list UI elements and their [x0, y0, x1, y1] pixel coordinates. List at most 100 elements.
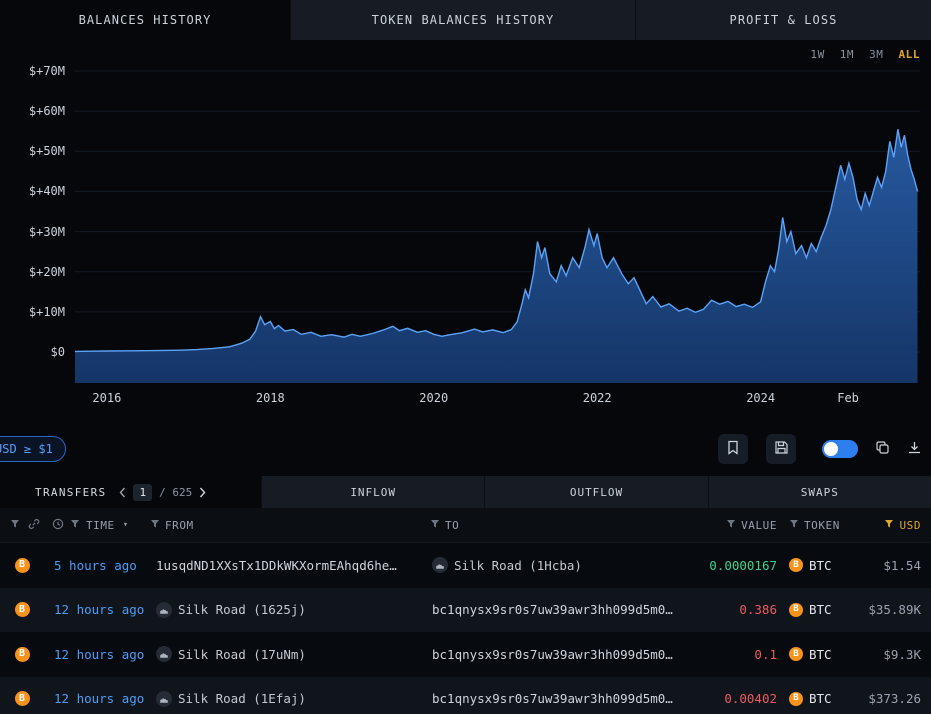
transfer-value: 0.0000167 — [700, 558, 777, 573]
token-symbol: BTC — [809, 602, 832, 617]
time-range-selector: 1W 1M 3M ALL — [810, 48, 920, 61]
silk-road-icon — [156, 646, 172, 662]
table-row[interactable]: B 12 hours ago Silk Road (17uNm) bc1qnysx9s… — [0, 632, 931, 677]
save-icon — [774, 440, 789, 459]
token-symbol: BTC — [809, 691, 832, 706]
transfers-table: B 5 hours ago 1usqdND1XXsTx1DDkWKXormEAhqd… — [0, 543, 931, 714]
page-number-input[interactable]: 1 — [133, 484, 152, 501]
filter-icon[interactable] — [430, 519, 440, 532]
time-link[interactable]: 12 hours ago — [54, 602, 144, 617]
btc-chain-icon: B — [15, 647, 30, 662]
entity-name: Silk Road (17uNm) — [178, 647, 306, 662]
transfers-header: TRANSFERS 1 / 625 — [0, 476, 261, 508]
prev-page-button[interactable] — [119, 487, 126, 498]
filter-icon[interactable] — [70, 519, 80, 532]
next-page-button[interactable] — [199, 487, 206, 498]
y-axis-label: $0 — [51, 345, 65, 359]
token-symbol: BTC — [809, 647, 832, 662]
to-address-link[interactable]: bc1qnysx9sr0s7uw39awr3hh099d5m0… — [432, 691, 673, 706]
chevron-down-icon[interactable]: ▾ — [123, 520, 129, 530]
filter-icon[interactable] — [10, 519, 20, 532]
silk-road-icon — [432, 557, 448, 573]
btc-token-icon: B — [789, 558, 803, 572]
tab-profit-and-loss[interactable]: PROFIT & LOSS — [635, 0, 931, 40]
btc-chain-icon: B — [15, 602, 30, 617]
entity-name: Silk Road (1625j) — [178, 602, 306, 617]
column-label-usd[interactable]: USD — [899, 519, 921, 532]
download-icon — [907, 440, 922, 459]
usd-filter-pill[interactable]: USD ≥ $1 — [0, 436, 66, 462]
x-axis-label: 2018 — [256, 391, 285, 405]
usd-value: $9.3K — [855, 647, 921, 662]
transfer-value: 0.1 — [700, 647, 777, 662]
chart-mode-toggle[interactable] — [822, 440, 858, 458]
app-root: BALANCES HISTORY TOKEN BALANCES HISTORY … — [0, 0, 931, 714]
time-link[interactable]: 5 hours ago — [54, 558, 137, 573]
range-1w[interactable]: 1W — [810, 48, 824, 61]
y-axis-label: $+70M — [29, 64, 65, 78]
transfer-value: 0.386 — [700, 602, 777, 617]
column-label-token[interactable]: TOKEN — [804, 519, 840, 532]
balance-chart[interactable] — [75, 63, 920, 383]
usd-value: $1.54 — [855, 558, 921, 573]
column-label-to[interactable]: TO — [445, 519, 459, 532]
chart-y-axis: $+70M$+60M$+50M$+40M$+30M$+20M$+10M$0 — [0, 63, 68, 373]
tab-token-balances-history[interactable]: TOKEN BALANCES HISTORY — [290, 0, 635, 40]
silk-road-icon — [156, 602, 172, 618]
filter-icon[interactable] — [726, 519, 736, 532]
bookmark-icon — [726, 440, 740, 459]
x-axis-label: 2020 — [419, 391, 448, 405]
from-address-link[interactable]: 1usqdND1XXsTx1DDkWKXormEAhqd6he… — [156, 558, 397, 573]
transfers-tab-bar: TRANSFERS 1 / 625 INFLOW OUTFLOW SWAPS — [0, 476, 931, 508]
table-header: TIME ▾ FROM TO VALUE TOKEN USD — [0, 508, 931, 543]
chart-x-axis: 20162018202020222024Feb — [75, 391, 920, 409]
tab-transfers[interactable]: TRANSFERS — [35, 486, 106, 499]
range-3m[interactable]: 3M — [869, 48, 883, 61]
column-label-from[interactable]: FROM — [165, 519, 194, 532]
copy-button[interactable] — [875, 440, 890, 459]
usd-value: $35.89K — [855, 602, 921, 617]
to-address-link[interactable]: bc1qnysx9sr0s7uw39awr3hh099d5m0… — [432, 602, 673, 617]
btc-token-icon: B — [789, 692, 803, 706]
btc-chain-icon: B — [15, 691, 30, 706]
filter-icon[interactable] — [150, 519, 160, 532]
tab-balances-history[interactable]: BALANCES HISTORY — [0, 0, 290, 40]
entity-name: Silk Road (1Hcba) — [454, 558, 582, 573]
time-link[interactable]: 12 hours ago — [54, 647, 144, 662]
entity-name: Silk Road (1Efaj) — [178, 691, 306, 706]
download-button[interactable] — [907, 440, 922, 459]
tab-swaps[interactable]: SWAPS — [708, 476, 931, 508]
tab-inflow[interactable]: INFLOW — [261, 476, 484, 508]
save-button[interactable] — [766, 434, 796, 464]
y-axis-label: $+50M — [29, 144, 65, 158]
btc-token-icon: B — [789, 603, 803, 617]
column-label-value[interactable]: VALUE — [741, 519, 777, 532]
btc-token-icon: B — [789, 647, 803, 661]
filter-icon[interactable] — [884, 519, 894, 532]
x-axis-label: 2024 — [746, 391, 775, 405]
to-entity-link[interactable]: Silk Road (1Hcba) — [432, 557, 582, 573]
link-icon[interactable] — [28, 518, 40, 533]
x-axis-label: 2016 — [92, 391, 121, 405]
bookmark-button[interactable] — [718, 434, 748, 464]
tab-outflow[interactable]: OUTFLOW — [484, 476, 707, 508]
table-row[interactable]: B 12 hours ago Silk Road (1625j) bc1qnysx9s… — [0, 588, 931, 633]
top-tab-bar: BALANCES HISTORY TOKEN BALANCES HISTORY … — [0, 0, 931, 40]
from-entity-link[interactable]: Silk Road (1Efaj) — [156, 691, 306, 707]
from-entity-link[interactable]: Silk Road (17uNm) — [156, 646, 306, 662]
y-axis-label: $+40M — [29, 184, 65, 198]
table-row[interactable]: B 5 hours ago 1usqdND1XXsTx1DDkWKXormEAhqd… — [0, 543, 931, 588]
y-axis-label: $+60M — [29, 104, 65, 118]
table-row[interactable]: B 12 hours ago Silk Road (1Efaj) bc1qnysx9s… — [0, 677, 931, 714]
transfer-value: 0.00402 — [700, 691, 777, 706]
to-address-link[interactable]: bc1qnysx9sr0s7uw39awr3hh099d5m0… — [432, 647, 673, 662]
filter-icon[interactable] — [789, 519, 799, 532]
range-1m[interactable]: 1M — [840, 48, 854, 61]
range-all[interactable]: ALL — [898, 48, 920, 61]
copy-icon — [875, 440, 890, 459]
from-entity-link[interactable]: Silk Road (1625j) — [156, 602, 306, 618]
column-label-time[interactable]: TIME — [86, 519, 115, 532]
usd-value: $373.26 — [855, 691, 921, 706]
time-link[interactable]: 12 hours ago — [54, 691, 144, 706]
x-axis-label: Feb — [837, 391, 859, 405]
